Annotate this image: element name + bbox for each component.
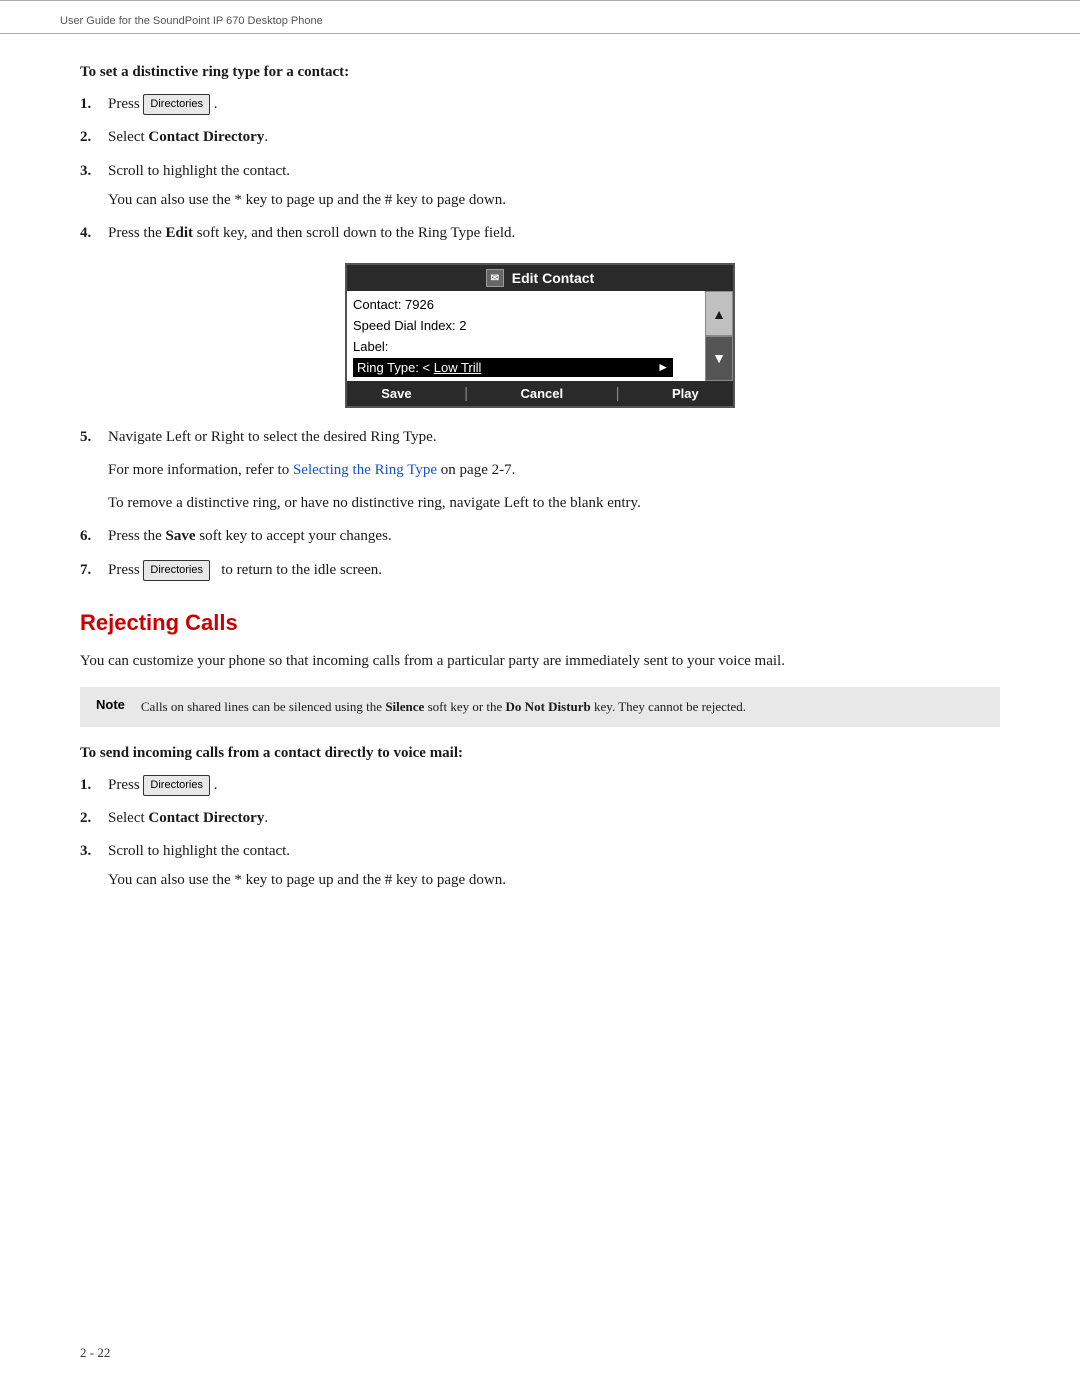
step-3-sub: You can also use the * key to page up an… — [108, 189, 1000, 212]
remove-ring-para: To remove a distinctive ring, or have no… — [108, 492, 1000, 515]
directories-btn-3: Directories — [143, 775, 210, 796]
step-7-num: 7. — [80, 559, 108, 582]
s2-step-2: 2. Select Contact Directory. — [80, 807, 1000, 830]
step-5-content: Navigate Left or Right to select the des… — [108, 426, 1000, 449]
step-6: 6. Press the Save soft key to accept you… — [80, 525, 1000, 548]
phone-nav-down[interactable]: ▼ — [705, 336, 733, 381]
note-dnd: Do Not Disturb — [506, 699, 591, 714]
phone-title-bar: ✉ Edit Contact — [347, 265, 733, 291]
selecting-ring-type-link[interactable]: Selecting the Ring Type — [293, 462, 437, 478]
s2-step-3: 3. Scroll to highlight the contact. You … — [80, 840, 1000, 893]
step-7: 7. Press Directories to return to the id… — [80, 559, 1000, 582]
steps-list-2: 5. Navigate Left or Right to select the … — [80, 426, 1000, 449]
ring-type-value: Low Trill — [434, 360, 482, 375]
arrow-right-icon: ► — [657, 360, 669, 374]
s2-step-2-content: Select Contact Directory. — [108, 807, 1000, 830]
s2-step-1-num: 1. — [80, 774, 108, 797]
phone-screen: ✉ Edit Contact Contact: 7926 Speed Dial … — [345, 263, 735, 407]
section2-heading2: To send incoming calls from a contact di… — [80, 745, 1000, 762]
softkey-cancel[interactable]: Cancel — [504, 384, 579, 403]
softkey-play[interactable]: Play — [656, 384, 715, 403]
directories-btn-1: Directories — [143, 94, 210, 115]
s2-step-3-content: Scroll to highlight the contact. You can… — [108, 840, 1000, 893]
steps-list-4: 1. Press Directories . 2. Select Contact… — [80, 774, 1000, 893]
phone-row-3: Label: — [353, 337, 673, 358]
softkey-save[interactable]: Save — [365, 384, 427, 403]
s2-step-1-content: Press Directories . — [108, 774, 1000, 797]
section2-intro: You can customize your phone so that inc… — [80, 650, 1000, 673]
step-2: 2. Select Contact Directory. — [80, 126, 1000, 149]
header-text: User Guide for the SoundPoint IP 670 Des… — [0, 7, 1080, 27]
footer-page-number: 2 - 22 — [80, 1345, 110, 1361]
s2-step-2-bold: Contact Directory — [148, 810, 264, 826]
step-3-content: Scroll to highlight the contact. You can… — [108, 160, 1000, 213]
page-container: User Guide for the SoundPoint IP 670 Des… — [0, 0, 1080, 1397]
step-1-content: Press Directories . — [108, 93, 1000, 116]
phone-body: Contact: 7926 Speed Dial Index: 2 Label:… — [347, 291, 705, 380]
phone-body-area: Contact: 7926 Speed Dial Index: 2 Label:… — [347, 291, 733, 380]
section2-title: Rejecting Calls — [80, 610, 1000, 636]
phone-row-2: Speed Dial Index: 2 — [353, 316, 673, 337]
main-content: To set a distinctive ring type for a con… — [0, 34, 1080, 943]
steps-list-3: 6. Press the Save soft key to accept you… — [80, 525, 1000, 582]
phone-title-icon: ✉ — [486, 269, 504, 287]
step-6-content: Press the Save soft key to accept your c… — [108, 525, 1000, 548]
step-6-num: 6. — [80, 525, 108, 548]
phone-row-4-highlight: Ring Type: < Low Trill ► — [353, 358, 673, 377]
ring-type-text: Ring Type: < Low Trill — [357, 360, 481, 375]
s2-step-2-num: 2. — [80, 807, 108, 830]
step-5-num: 5. — [80, 426, 108, 449]
step-4-content: Press the Edit soft key, and then scroll… — [108, 222, 1000, 245]
step-2-bold: Contact Directory — [148, 129, 264, 145]
step-2-content: Select Contact Directory. — [108, 126, 1000, 149]
header-top-rule — [0, 0, 1080, 1]
step-5: 5. Navigate Left or Right to select the … — [80, 426, 1000, 449]
softkey-divider-2: | — [616, 384, 620, 403]
softkey-divider-1: | — [464, 384, 468, 403]
phone-nav-area: ▲ ▼ — [705, 291, 733, 380]
step-2-num: 2. — [80, 126, 108, 149]
s2-step-3-sub: You can also use the * key to page up an… — [108, 869, 1000, 892]
phone-softkeys: Save | Cancel | Play — [347, 381, 733, 406]
s2-step-3-num: 3. — [80, 840, 108, 893]
note-silence: Silence — [385, 699, 424, 714]
phone-row-1: Contact: 7926 — [353, 295, 673, 316]
note-content: Calls on shared lines can be silenced us… — [141, 687, 1000, 727]
phone-screen-wrapper: ✉ Edit Contact Contact: 7926 Speed Dial … — [80, 263, 1000, 407]
step-6-save: Save — [166, 528, 196, 544]
steps-list-1: 1. Press Directories . 2. Select Contact… — [80, 93, 1000, 245]
step-1: 1. Press Directories . — [80, 93, 1000, 116]
step-4-edit: Edit — [166, 225, 194, 241]
ref-paragraph: For more information, refer to Selecting… — [108, 459, 1000, 482]
phone-title-text: Edit Contact — [512, 270, 594, 286]
step-1-num: 1. — [80, 93, 108, 116]
step-3-num: 3. — [80, 160, 108, 213]
section1-heading: To set a distinctive ring type for a con… — [80, 64, 1000, 81]
step-3: 3. Scroll to highlight the contact. You … — [80, 160, 1000, 213]
step-4-num: 4. — [80, 222, 108, 245]
directories-btn-2: Directories — [143, 560, 210, 581]
step-7-content: Press Directories to return to the idle … — [108, 559, 1000, 582]
note-box: Note Calls on shared lines can be silenc… — [80, 687, 1000, 727]
note-label: Note — [80, 687, 141, 727]
phone-nav-up[interactable]: ▲ — [705, 291, 733, 336]
step-4: 4. Press the Edit soft key, and then scr… — [80, 222, 1000, 245]
s2-step-1: 1. Press Directories . — [80, 774, 1000, 797]
